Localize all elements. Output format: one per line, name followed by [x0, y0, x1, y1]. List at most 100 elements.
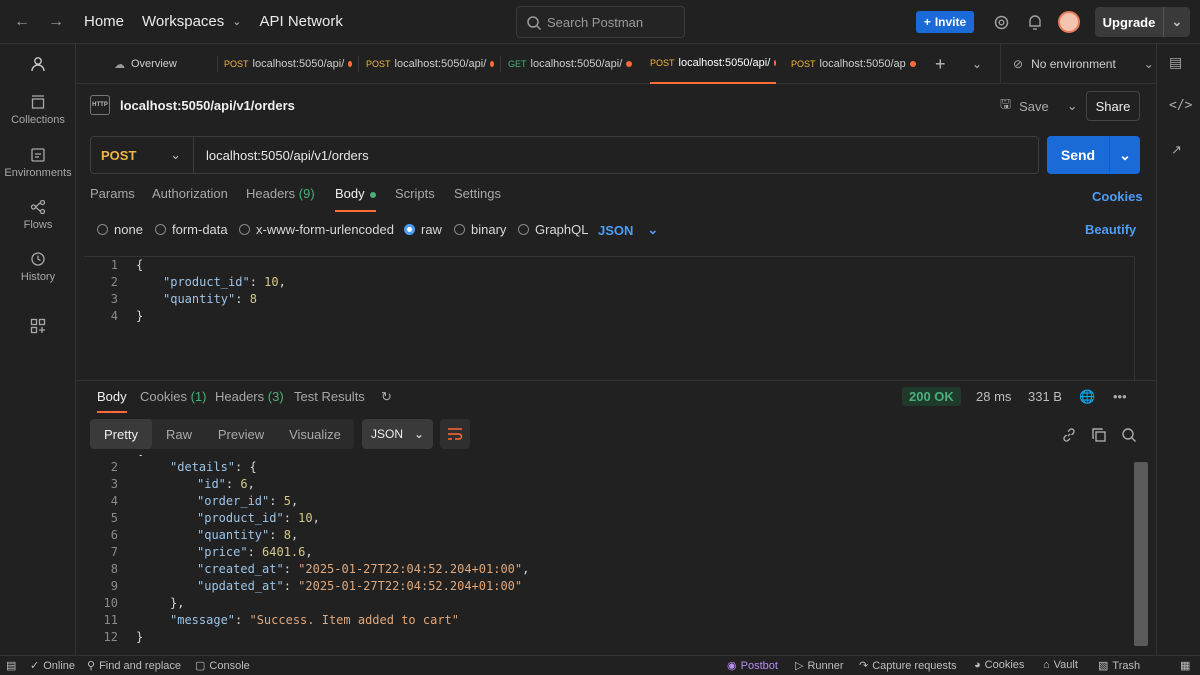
- footer-find-replace[interactable]: ⚲ Find and replace: [87, 659, 181, 673]
- response-tab-test-results[interactable]: Test Results: [294, 389, 365, 413]
- environment-quick-look-icon[interactable]: ▤: [1169, 54, 1182, 71]
- response-size[interactable]: 331 B: [1028, 389, 1062, 404]
- search-input[interactable]: Search Postman: [516, 6, 685, 38]
- sidebar-item-environments[interactable]: Environments: [0, 147, 76, 179]
- tab-body[interactable]: Body: [335, 186, 377, 212]
- response-body-viewer[interactable]: 1 { 2 "details": { 3 "id": 6, 4 "order_i…: [84, 455, 1134, 651]
- toggle-sidebar-icon[interactable]: ▤: [6, 659, 16, 672]
- view-preview[interactable]: Preview: [206, 419, 276, 449]
- tab-request[interactable]: GET localhost:5050/api/: [508, 44, 636, 84]
- radio-button[interactable]: [97, 224, 108, 235]
- environment-selector[interactable]: ⊘ No environment ⌄: [1000, 44, 1156, 84]
- tab-headers[interactable]: Headers (9): [246, 186, 315, 212]
- footer-vault[interactable]: ⌂ Vault: [1043, 659, 1078, 671]
- user-avatar[interactable]: [1058, 11, 1080, 33]
- footer-console[interactable]: ▢ Console: [195, 659, 250, 673]
- body-option-raw[interactable]: raw: [404, 222, 442, 237]
- copy-icon[interactable]: [1090, 426, 1108, 444]
- cookies-link[interactable]: Cookies: [1092, 189, 1143, 204]
- chevron-down-icon[interactable]: ⌄: [1163, 7, 1190, 37]
- tab-overview[interactable]: ☁ Overview: [114, 44, 214, 84]
- view-visualize[interactable]: Visualize: [276, 419, 354, 449]
- invite-button[interactable]: + Invite: [916, 11, 974, 33]
- tab-params[interactable]: Params: [90, 186, 135, 212]
- radio-button[interactable]: [518, 224, 529, 235]
- json-value: 6: [240, 477, 248, 491]
- tabs-chevron-down-icon[interactable]: ⌄: [972, 44, 986, 84]
- body-option-graphql[interactable]: GraphQL: [518, 222, 588, 237]
- tab-settings[interactable]: Settings: [454, 186, 501, 212]
- response-time[interactable]: 28 ms: [976, 389, 1011, 404]
- view-raw[interactable]: Raw: [152, 419, 206, 449]
- response-history-icon[interactable]: ↻: [381, 389, 392, 413]
- method-select[interactable]: POST ⌄: [91, 137, 194, 173]
- response-format-select[interactable]: JSON ⌄: [362, 419, 433, 449]
- help-icon[interactable]: ▦: [1180, 659, 1190, 672]
- radio-button[interactable]: [239, 224, 250, 235]
- body-option-urlencoded[interactable]: x-www-form-urlencoded: [239, 222, 394, 237]
- tab-scripts[interactable]: Scripts: [395, 186, 435, 212]
- response-tab-headers[interactable]: Headers (3): [215, 389, 284, 413]
- tab-request[interactable]: POST localhost:5050/api/: [224, 44, 352, 84]
- nav-home[interactable]: Home: [84, 13, 124, 30]
- body-option-binary[interactable]: binary: [454, 222, 506, 237]
- request-body-editor[interactable]: 1 { 2 "product_id": 10, 3 "quantity": 8 …: [84, 256, 1134, 380]
- chevron-down-icon[interactable]: ⌄: [1067, 98, 1078, 114]
- radio-button[interactable]: [454, 224, 465, 235]
- related-collections-icon[interactable]: ↗: [1171, 142, 1182, 158]
- forward-arrow-icon[interactable]: →: [46, 12, 66, 32]
- footer-online[interactable]: ✓ Online: [30, 659, 75, 673]
- wrap-lines-icon[interactable]: [440, 419, 470, 449]
- more-options-icon[interactable]: •••: [1113, 389, 1127, 404]
- json-punct: ,: [290, 494, 299, 508]
- body-format-select[interactable]: JSON ⌄: [598, 222, 658, 238]
- footer-capture-requests[interactable]: ↷ Capture requests: [859, 659, 957, 673]
- sidebar-item-history[interactable]: History: [0, 251, 76, 283]
- footer-postbot[interactable]: ◉ Postbot: [727, 659, 778, 673]
- account-button[interactable]: [0, 56, 76, 76]
- view-pretty[interactable]: Pretty: [90, 419, 152, 449]
- url-input[interactable]: localhost:5050/api/v1/orders: [194, 148, 369, 163]
- footer-cookies[interactable]: ◕ Cookies: [974, 659, 1024, 671]
- code-snippet-icon[interactable]: </>: [1169, 98, 1192, 113]
- radio-button-selected[interactable]: [404, 224, 415, 235]
- code-line: 2 "details": {: [84, 460, 257, 477]
- save-button[interactable]: 🖫 Save ⌄: [1000, 94, 1078, 118]
- footer-trash[interactable]: ▧ Trash: [1098, 659, 1140, 673]
- status-badge[interactable]: 200 OK: [902, 387, 961, 406]
- json-punct: ,: [247, 477, 255, 491]
- nav-workspaces[interactable]: Workspaces ⌄: [142, 13, 241, 30]
- response-divider[interactable]: [76, 380, 1156, 381]
- new-tab-plus-icon[interactable]: +: [935, 44, 953, 84]
- sidebar-configure-workbench[interactable]: [0, 318, 76, 338]
- link-icon[interactable]: [1060, 426, 1078, 444]
- upgrade-button[interactable]: Upgrade ⌄: [1095, 7, 1190, 37]
- sidebar-item-flows[interactable]: Flows: [0, 199, 76, 231]
- search-icon[interactable]: [1120, 426, 1138, 444]
- chevron-down-icon[interactable]: ⌄: [1109, 136, 1140, 174]
- radio-button[interactable]: [155, 224, 166, 235]
- notification-bell-icon[interactable]: [1025, 12, 1045, 32]
- request-editor-scrollbar[interactable]: [1134, 256, 1135, 380]
- share-button[interactable]: Share: [1086, 91, 1140, 121]
- sidebar-item-collections[interactable]: Collections: [0, 94, 76, 126]
- response-tab-body[interactable]: Body: [97, 389, 127, 413]
- tab-request[interactable]: POST localhost:5050/api/: [366, 44, 494, 84]
- request-title[interactable]: localhost:5050/api/v1/orders: [120, 98, 295, 113]
- send-button[interactable]: Send ⌄: [1047, 136, 1140, 174]
- left-sidebar: Collections Environments Flows History: [0, 44, 76, 655]
- body-option-form-data[interactable]: form-data: [155, 222, 228, 237]
- response-scrollbar[interactable]: [1134, 462, 1148, 646]
- footer-runner[interactable]: ▷ Runner: [795, 659, 844, 673]
- globe-icon[interactable]: 🌐: [1079, 389, 1095, 405]
- settings-gear-icon[interactable]: [991, 12, 1011, 32]
- back-arrow-icon[interactable]: ←: [12, 12, 32, 32]
- tab-authorization[interactable]: Authorization: [152, 186, 228, 212]
- response-tab-cookies[interactable]: Cookies (1): [140, 389, 206, 413]
- format-label: JSON: [598, 222, 634, 238]
- tab-request[interactable]: POST localhost:5050/ap: [791, 44, 919, 84]
- nav-api-network[interactable]: API Network: [260, 13, 343, 30]
- beautify-button[interactable]: Beautify: [1085, 222, 1136, 237]
- tab-request-active[interactable]: POST localhost:5050/api/: [650, 44, 776, 84]
- body-option-none[interactable]: none: [97, 222, 143, 237]
